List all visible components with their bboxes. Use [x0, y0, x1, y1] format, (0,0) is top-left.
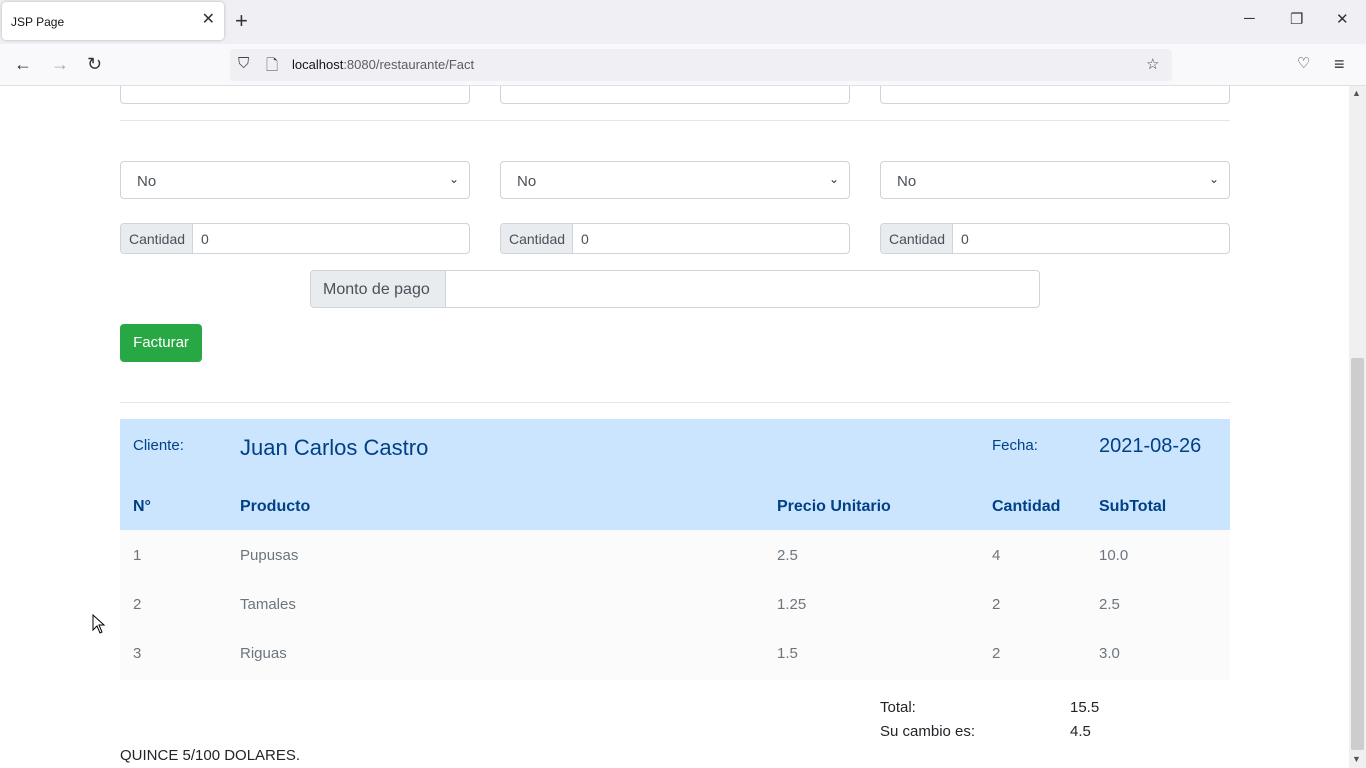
select-value: No: [897, 173, 917, 190]
row-price: 1.5: [777, 645, 798, 662]
date-label: Fecha:: [992, 437, 1038, 454]
page-icon: 🗋: [266, 57, 279, 74]
url-host: localhost: [292, 57, 344, 72]
quantity-label: Cantidad: [881, 224, 953, 253]
quantity-group-2: Cantidad 0: [500, 223, 850, 254]
change-value: 4.5: [1070, 723, 1091, 740]
tab-title: JSP Page: [11, 15, 65, 29]
scroll-up-icon[interactable]: ▲: [1352, 88, 1361, 98]
close-window-icon[interactable]: ✕: [1336, 10, 1349, 28]
forward-icon[interactable]: →: [51, 54, 69, 74]
divider: [120, 120, 1230, 121]
divider: [120, 402, 1230, 403]
mouse-cursor-icon: [92, 614, 106, 634]
chevron-down-icon: ⌄: [1208, 172, 1219, 186]
url-path: :8080/restaurante/Fact: [343, 57, 475, 72]
row-subtotal: 2.5: [1099, 596, 1120, 613]
amount-in-words: QUINCE 5/100 DOLARES.: [120, 747, 301, 764]
option-select-2[interactable]: No ⌄: [500, 161, 850, 199]
select-value: No: [137, 173, 157, 190]
browser-tab[interactable]: JSP Page ✕: [2, 2, 224, 40]
new-tab-icon[interactable]: +: [235, 9, 248, 33]
row-quantity: 4: [992, 547, 1001, 564]
payment-label: Monto de pago: [311, 271, 446, 307]
column-header: SubTotal: [1099, 498, 1167, 515]
payment-input[interactable]: [447, 271, 1039, 307]
row-number: 1: [133, 547, 142, 564]
back-icon[interactable]: ←: [14, 54, 32, 74]
table-row: 1 Pupusas 2.5 4 10.0: [120, 530, 1230, 579]
facturar-button[interactable]: Facturar: [120, 324, 202, 362]
bookmark-star-icon[interactable]: ☆: [1146, 55, 1159, 73]
column-header: Precio Unitario: [777, 498, 891, 515]
invoice-table-body: 1 Pupusas 2.5 4 10.0 2 Tamales 1.25 2 2.…: [120, 530, 1230, 680]
quantity-label: Cantidad: [121, 224, 193, 253]
quantity-input[interactable]: 0: [581, 231, 589, 247]
row-product: Pupusas: [240, 547, 299, 564]
scroll-down-icon[interactable]: ▼: [1352, 754, 1361, 764]
quantity-group-1: Cantidad 0: [120, 223, 470, 254]
invoice-date: 2021-08-26: [1099, 435, 1202, 457]
change-label: Su cambio es:: [880, 723, 976, 740]
top-input-2[interactable]: [500, 86, 850, 104]
table-row: 2 Tamales 1.25 2 2.5: [120, 579, 1230, 628]
top-input-1[interactable]: [120, 86, 470, 104]
row-quantity: 2: [992, 596, 1001, 613]
url-text: localhost:8080/restaurante/Fact: [292, 57, 474, 72]
payment-group: Monto de pago: [310, 270, 1040, 308]
column-header: Cantidad: [992, 498, 1061, 515]
option-select-3[interactable]: No ⌄: [880, 161, 1230, 199]
column-header: N°: [133, 498, 151, 515]
row-subtotal: 3.0: [1099, 645, 1120, 662]
restore-icon[interactable]: ❐: [1290, 10, 1303, 28]
quantity-group-3: Cantidad 0: [880, 223, 1230, 254]
quantity-input[interactable]: 0: [201, 231, 209, 247]
total-value: 15.5: [1070, 699, 1100, 716]
quantity-input[interactable]: 0: [961, 231, 969, 247]
row-product: Tamales: [240, 596, 296, 613]
invoice-header: Cliente: Juan Carlos Castro Fecha: 2021-…: [120, 419, 1230, 530]
client-label: Cliente:: [133, 437, 184, 454]
client-name: Juan Carlos Castro: [240, 435, 429, 460]
page-content: No ⌄ No ⌄ No ⌄ Cantidad 0 Cantidad 0 Can…: [0, 86, 1349, 768]
row-subtotal: 10.0: [1099, 547, 1129, 564]
minimize-icon[interactable]: ─: [1244, 10, 1255, 27]
browser-tab-bar: JSP Page ✕ + ─ ❐ ✕: [0, 0, 1366, 44]
row-quantity: 2: [992, 645, 1001, 662]
row-price: 1.25: [777, 596, 807, 613]
scrollbar-thumb[interactable]: [1351, 358, 1364, 750]
total-label: Total:: [880, 699, 916, 716]
option-select-1[interactable]: No ⌄: [120, 161, 470, 199]
select-value: No: [517, 173, 537, 190]
column-header: Producto: [240, 498, 311, 515]
top-input-3[interactable]: [880, 86, 1230, 104]
row-number: 3: [133, 645, 142, 662]
chevron-down-icon: ⌄: [448, 172, 459, 186]
row-product: Riguas: [240, 645, 287, 662]
address-bar[interactable]: ⛉ 🗋 localhost:8080/restaurante/Fact ☆: [230, 49, 1172, 81]
row-price: 2.5: [777, 547, 798, 564]
row-number: 2: [133, 596, 142, 613]
reload-icon[interactable]: ↻: [87, 54, 102, 74]
menu-icon[interactable]: ≡: [1334, 54, 1345, 74]
quantity-label: Cantidad: [501, 224, 573, 253]
chevron-down-icon: ⌄: [828, 172, 839, 186]
close-tab-icon[interactable]: ✕: [202, 12, 215, 28]
browser-nav-bar: ← → ↻ ⛉ 🗋 localhost:8080/restaurante/Fac…: [0, 44, 1366, 86]
pocket-icon[interactable]: ♡: [1297, 54, 1310, 74]
table-row: 3 Riguas 1.5 2 3.0: [120, 628, 1230, 677]
shield-icon[interactable]: ⛉: [238, 55, 249, 72]
